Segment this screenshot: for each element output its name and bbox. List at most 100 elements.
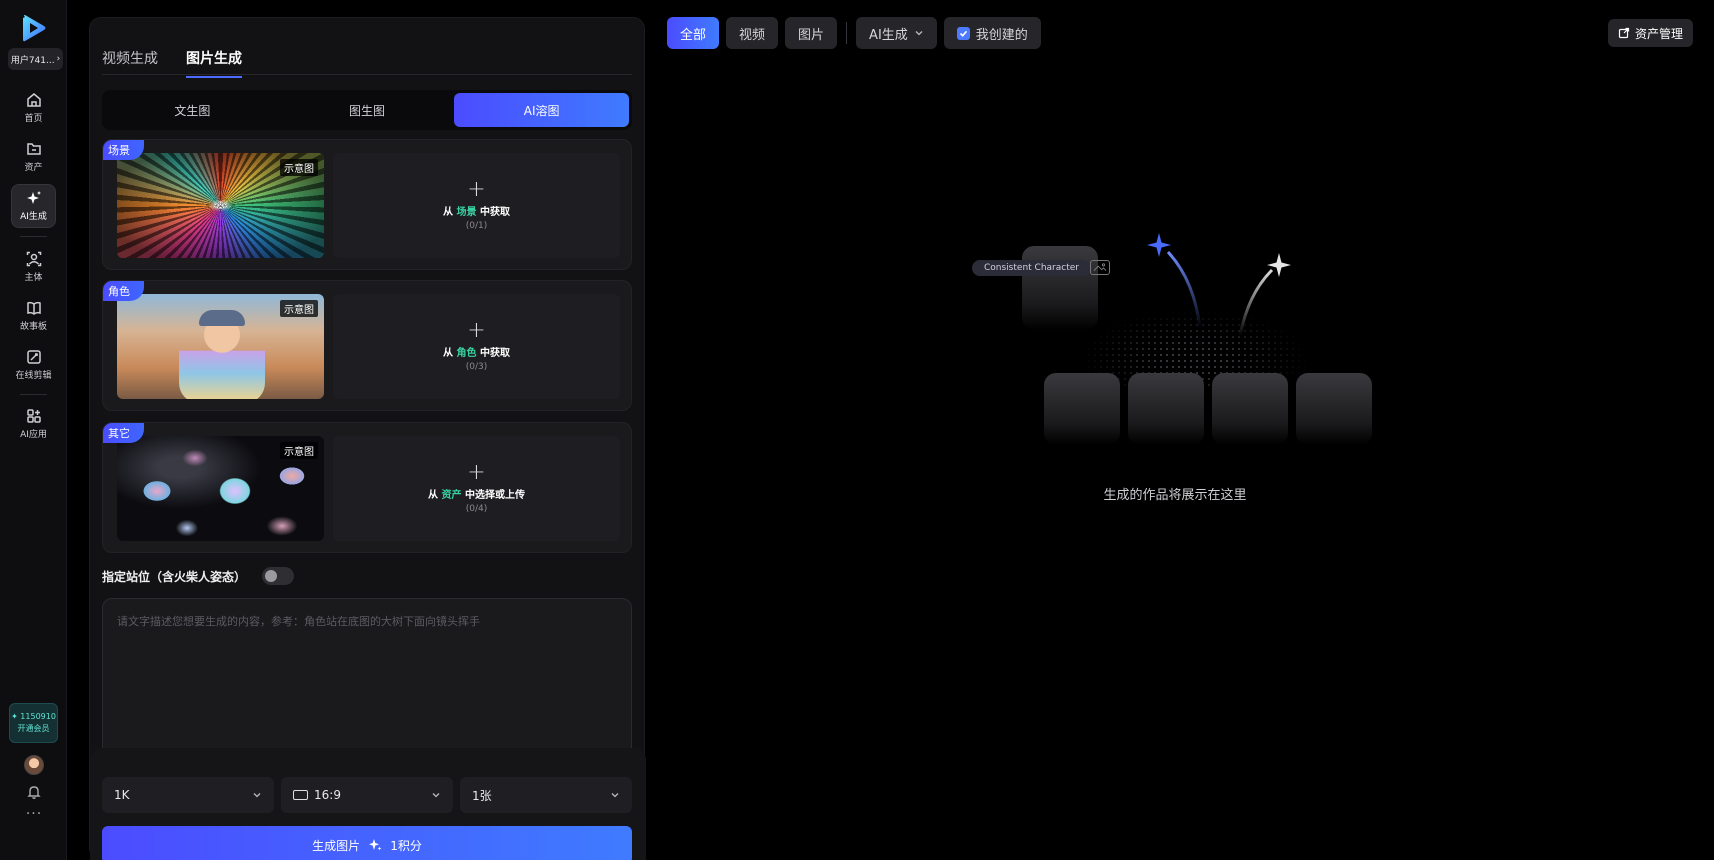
nav-item-label: 故事板: [19, 322, 47, 332]
app-logo-icon[interactable]: [21, 14, 47, 42]
option-selects: 1K 16:9 1张: [102, 777, 632, 813]
example-label: 示意图: [280, 300, 318, 317]
avatar[interactable]: [24, 755, 44, 775]
example-label: 示意图: [280, 159, 318, 176]
quantity-select[interactable]: 1张: [460, 777, 632, 813]
subject-icon: [26, 251, 41, 267]
keycap-decoration: [1044, 373, 1120, 445]
resolution-value: 1K: [114, 788, 130, 802]
filter-image[interactable]: 图片: [785, 17, 838, 49]
picker-label: 从 角色 中获取: [443, 348, 510, 359]
home-icon: [26, 93, 41, 107]
mine-filter-label: 我创建的: [975, 27, 1028, 43]
nav-item-ai-apps[interactable]: AI应用: [11, 402, 56, 446]
bell-icon[interactable]: [26, 784, 42, 800]
character-card: 角色 示意图 + 从 角色 中获取 (0/3): [102, 280, 632, 411]
nav-item-online-edit[interactable]: 在线剪辑: [11, 343, 56, 387]
nav-item-label: 资产: [24, 163, 43, 173]
scene-example-image: 示意图: [117, 153, 324, 258]
nav-item-label: 首页: [24, 114, 43, 124]
nav-item-label: AI生成: [20, 212, 47, 222]
vip-label: 开通会员: [17, 724, 50, 733]
cost-label: 1积分: [390, 838, 422, 853]
aspect-ratio-icon: [293, 790, 308, 800]
pose-setting: 指定站位（含火柴人姿态）: [102, 567, 295, 585]
nav-divider: [20, 394, 47, 395]
user-name: 用户741...: [10, 55, 55, 66]
example-label: 示意图: [280, 442, 318, 459]
source-select[interactable]: AI生成: [856, 17, 937, 49]
nav-item-assets[interactable]: 资产: [11, 135, 56, 179]
tab-image-to-image[interactable]: 图生图: [280, 93, 455, 127]
resolution-select[interactable]: 1K: [102, 777, 274, 813]
asset-management-label: 资产管理: [1635, 26, 1684, 41]
empty-state-message: 生成的作品将展示在这里: [1103, 488, 1247, 503]
mine-filter-checkbox[interactable]: 我创建的: [943, 17, 1041, 49]
generate-label: 生成图片: [312, 838, 361, 853]
user-menu-button[interactable]: 用户741... ›: [8, 48, 63, 70]
keycap-decoration: [1128, 373, 1204, 445]
picker-label: 从 资产 中选择或上传: [428, 490, 525, 501]
keycap-decoration: [1022, 246, 1098, 330]
chevron-down-icon: [915, 31, 923, 36]
keycap-decoration: [1296, 373, 1372, 445]
picker-count: (0/4): [465, 504, 488, 514]
keycap-decoration: [1212, 373, 1288, 445]
filter-video[interactable]: 视频: [726, 17, 779, 49]
chevron-down-icon: [611, 793, 619, 798]
picker-count: (0/3): [465, 362, 488, 372]
aspect-ratio-select[interactable]: 16:9: [281, 777, 453, 813]
aspect-ratio-value: 16:9: [314, 788, 341, 802]
prompt-input[interactable]: [117, 613, 617, 743]
pose-toggle[interactable]: [262, 567, 295, 585]
apps-icon: [26, 409, 41, 423]
asset-management-button[interactable]: 资产管理: [1608, 19, 1694, 47]
chevron-down-icon: [432, 793, 440, 798]
scene-card: 场景 示意图 + 从 场景 中获取 (0/1): [102, 139, 632, 270]
tab-ai-blend[interactable]: AI溶图: [454, 93, 630, 127]
sparkle-icon: [26, 191, 41, 204]
consistent-character-chip: Consistent Character: [972, 260, 1091, 276]
card-tag: 其它: [103, 423, 144, 443]
empty-state-illustration: Consistent Character: [970, 230, 1380, 450]
quantity-value: 1张: [472, 788, 492, 803]
tabs-divider: [102, 74, 632, 75]
nav-item-subject[interactable]: 主体: [11, 245, 56, 289]
scene-picker-button[interactable]: + 从 场景 中获取 (0/1): [333, 153, 620, 258]
filter-bar: 全部 视频 图片 AI生成 我创建的: [667, 17, 1041, 49]
plus-icon: +: [467, 177, 486, 202]
tab-text-to-image[interactable]: 文生图: [105, 93, 280, 127]
chevron-down-icon: [253, 793, 261, 798]
vip-membership-button[interactable]: ✦ 1150910 开通会员: [9, 703, 58, 743]
plus-icon: +: [467, 318, 486, 343]
sparkle-icon: [1147, 233, 1171, 257]
nav-item-label: 在线剪辑: [15, 371, 52, 381]
filter-divider: [846, 22, 848, 44]
filter-all[interactable]: 全部: [667, 17, 720, 49]
nav-item-label: 主体: [24, 273, 43, 283]
pose-label: 指定站位（含火柴人姿态）: [102, 569, 247, 584]
nav-item-label: AI应用: [20, 430, 47, 440]
generate-image-button[interactable]: 生成图片 1积分: [102, 826, 632, 860]
nav-item-ai-generate[interactable]: AI生成: [11, 184, 56, 228]
nav-item-home[interactable]: 首页: [11, 86, 56, 130]
other-card: 其它 示意图 + 从 资产 中选择或上传 (0/4): [102, 422, 632, 553]
picker-count: (0/1): [465, 221, 488, 231]
generation-type-tabs: 文生图 图生图 AI溶图: [102, 90, 632, 130]
more-icon[interactable]: ···: [24, 806, 44, 822]
picker-label: 从 场景 中获取: [443, 207, 510, 218]
check-icon: [956, 26, 970, 40]
sparkle-icon: [369, 839, 382, 851]
nav-divider: [20, 236, 47, 237]
character-picker-button[interactable]: + 从 角色 中获取 (0/3): [333, 294, 620, 399]
character-example-image: 示意图: [117, 294, 324, 399]
generation-panel: 视频生成 图片生成 文生图 图生图 AI溶图 场景 示意图 + 从 场景 中获取…: [89, 17, 646, 860]
external-link-icon: [1618, 27, 1630, 39]
card-tag: 场景: [103, 140, 144, 160]
sparkle-icon: [1267, 253, 1291, 277]
image-icon: [1090, 260, 1110, 275]
generate-footer: 1K 16:9 1张 生成图片 1积分: [90, 748, 646, 860]
nav-item-storyboard[interactable]: 故事板: [11, 294, 56, 338]
asset-picker-button[interactable]: + 从 资产 中选择或上传 (0/4): [333, 436, 620, 541]
prompt-box: [102, 598, 632, 758]
